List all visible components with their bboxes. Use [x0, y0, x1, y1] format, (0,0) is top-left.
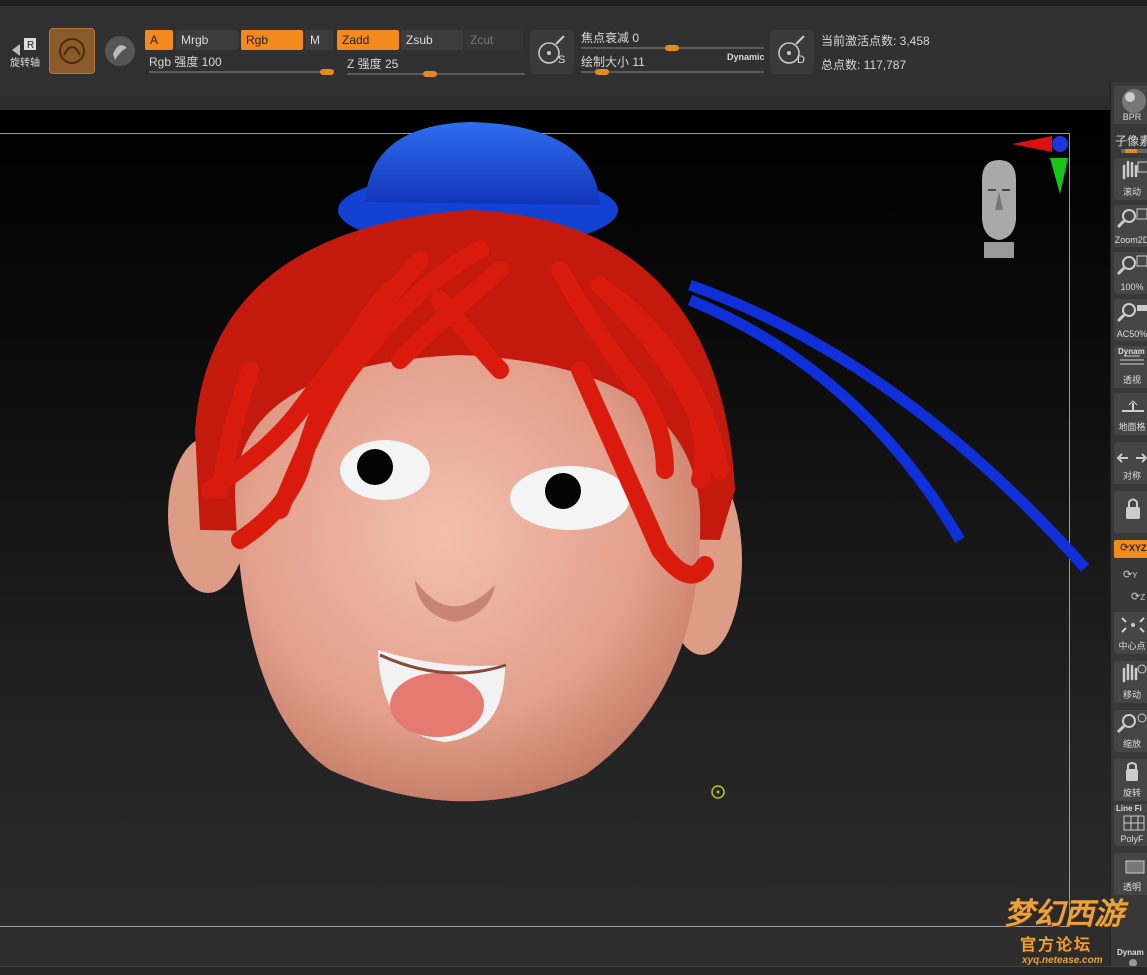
- transparency-icon: [1125, 860, 1145, 874]
- z-intensity-slider[interactable]: [347, 71, 525, 77]
- watermark-url: xyq.netease.com: [1022, 955, 1103, 966]
- perspective-button[interactable]: Dynam 透视: [1114, 346, 1147, 388]
- rotate-axis-label: 旋转轴: [10, 58, 40, 69]
- canvas-viewport[interactable]: [0, 110, 1110, 970]
- xyz-button[interactable]: ⟳ XYZ: [1114, 540, 1147, 558]
- zsub-toggle[interactable]: Zsub: [401, 30, 463, 50]
- rgb-intensity-knob[interactable]: [320, 69, 334, 75]
- rgb-toggle[interactable]: Rgb: [241, 30, 303, 50]
- draw-size-knob[interactable]: [595, 69, 609, 75]
- center-point-icon: [1121, 617, 1145, 633]
- z-intensity-knob[interactable]: [423, 71, 437, 77]
- scale-button[interactable]: 缩放: [1114, 710, 1147, 752]
- ac50-label: AC50%: [1116, 329, 1147, 339]
- hand-scroll-icon: [1122, 160, 1147, 180]
- floor-grid-icon: [1122, 400, 1144, 412]
- rotate-label: 旋转: [1122, 788, 1141, 798]
- material-button[interactable]: [49, 28, 95, 74]
- center-point-button[interactable]: 中心点: [1114, 612, 1147, 654]
- lock-camera-icon: [1126, 498, 1140, 519]
- polyframe-button[interactable]: Line Fi PolyF: [1114, 804, 1147, 846]
- zoom100-button[interactable]: 100%: [1114, 252, 1147, 294]
- material-sphere-icon: [59, 38, 85, 64]
- scale-label: 缩放: [1122, 739, 1141, 749]
- rotate-icon: [1126, 762, 1138, 781]
- symmetry-icon: [1116, 453, 1147, 463]
- zadd-toggle[interactable]: Zadd: [337, 30, 399, 50]
- brush-dynamic-icon: [778, 35, 805, 64]
- xyz-rotate-icon: ⟳: [1120, 542, 1130, 554]
- scroll-label: 滚动: [1122, 187, 1141, 197]
- active-points-readout: 当前激活点数: 3,458: [821, 34, 930, 48]
- forum-watermark: 梦幻西游 官方论坛 xyq.netease.com: [1000, 885, 1147, 970]
- perspective-label: 透视: [1122, 375, 1141, 385]
- z-intensity-label: Z 强度 25: [347, 57, 399, 71]
- symmetry-label: 对称: [1122, 471, 1141, 481]
- watermark-subtitle: 官方论坛: [1020, 937, 1093, 954]
- polyframe-label: PolyF: [1120, 834, 1144, 844]
- symmetry-button[interactable]: 对称: [1114, 442, 1147, 484]
- lock-camera-button[interactable]: [1114, 491, 1147, 533]
- axis-gizmo-icon[interactable]: [1010, 132, 1070, 202]
- draw-size-label: 绘制大小 11: [581, 55, 645, 69]
- scroll-button[interactable]: 滚动: [1114, 158, 1147, 200]
- sculpt-mode-button[interactable]: S: [530, 30, 574, 74]
- sculpt-model: [168, 122, 1090, 802]
- perspective-top-label: Dynam: [1118, 347, 1145, 356]
- right-shelf: BPR 子像素 滚动 Zoom2D 100% AC50% Dynam 透视 地面…: [1110, 82, 1147, 974]
- subpixel-label: 子像素: [1115, 134, 1147, 148]
- zoom100-label: 100%: [1120, 282, 1144, 292]
- zoom2d-label: Zoom2D: [1114, 235, 1147, 245]
- zoom2d-button[interactable]: Zoom2D: [1114, 205, 1147, 247]
- focal-shift-label: 焦点衰减 0: [581, 31, 640, 45]
- z-label: Z: [1140, 593, 1146, 602]
- zoom-ac50-icon: [1116, 303, 1147, 323]
- rotate-button[interactable]: 旋转: [1114, 759, 1147, 801]
- focal-shift-knob[interactable]: [665, 45, 679, 51]
- polyframe-top-label: Line Fi: [1116, 804, 1142, 813]
- draw-mode-button[interactable]: D: [770, 30, 814, 74]
- total-points-readout: 总点数: 117,787: [821, 58, 907, 72]
- bpr-button[interactable]: BPR: [1114, 86, 1147, 124]
- zoom-2d-icon: [1116, 208, 1147, 229]
- move-button[interactable]: 移动: [1114, 661, 1147, 703]
- a-toggle[interactable]: A: [145, 30, 173, 50]
- y-rotate-icon: ⟳: [1123, 569, 1133, 581]
- stroke-icon: [105, 36, 135, 66]
- top-toolbar: R 旋转轴 A Mrgb Rgb M Zadd Zsub Zcut Rgb 强度…: [0, 6, 1147, 96]
- move-icon: [1122, 663, 1147, 683]
- svg-text:R: R: [27, 40, 34, 51]
- brush-cursor-icon: [711, 785, 725, 799]
- y-rotate-button[interactable]: ⟳Y: [1123, 565, 1147, 581]
- zoom-100-icon: [1116, 255, 1147, 276]
- bpr-label: BPR: [1122, 112, 1142, 122]
- watermark-title: 梦幻西游: [1004, 897, 1124, 932]
- focal-shift-slider[interactable]: [581, 45, 764, 51]
- center-point-label: 中心点: [1118, 641, 1146, 651]
- stroke-button[interactable]: [101, 32, 139, 70]
- floor-grid-label: 地面格: [1118, 422, 1146, 432]
- move-label: 移动: [1122, 690, 1141, 700]
- m-toggle[interactable]: M: [305, 30, 333, 50]
- dynamic-label[interactable]: Dynamic: [727, 52, 765, 62]
- mrgb-toggle[interactable]: Mrgb: [176, 30, 238, 50]
- s-badge: S: [558, 54, 566, 66]
- rgb-intensity-slider[interactable]: [149, 69, 334, 75]
- z-rotate-icon: ⟳: [1131, 591, 1141, 603]
- ac50-button[interactable]: AC50%: [1114, 299, 1147, 341]
- brush-target-icon: [538, 35, 565, 64]
- toolbar-divider: [0, 96, 1110, 110]
- y-label: Y: [1132, 571, 1138, 580]
- scale-icon: [1116, 713, 1147, 734]
- xyz-label: XYZ: [1129, 543, 1147, 553]
- zcut-toggle[interactable]: Zcut: [465, 30, 523, 50]
- draw-size-slider[interactable]: [581, 69, 764, 75]
- d-badge: D: [797, 54, 805, 66]
- rgb-intensity-label: Rgb 强度 100: [149, 55, 222, 69]
- floor-grid-button[interactable]: 地面格: [1114, 393, 1147, 435]
- z-rotate-button[interactable]: ⟳Z: [1131, 587, 1147, 603]
- rotate-axis-button[interactable]: R 旋转轴: [6, 36, 42, 72]
- subpixel-slider[interactable]: [1121, 149, 1147, 153]
